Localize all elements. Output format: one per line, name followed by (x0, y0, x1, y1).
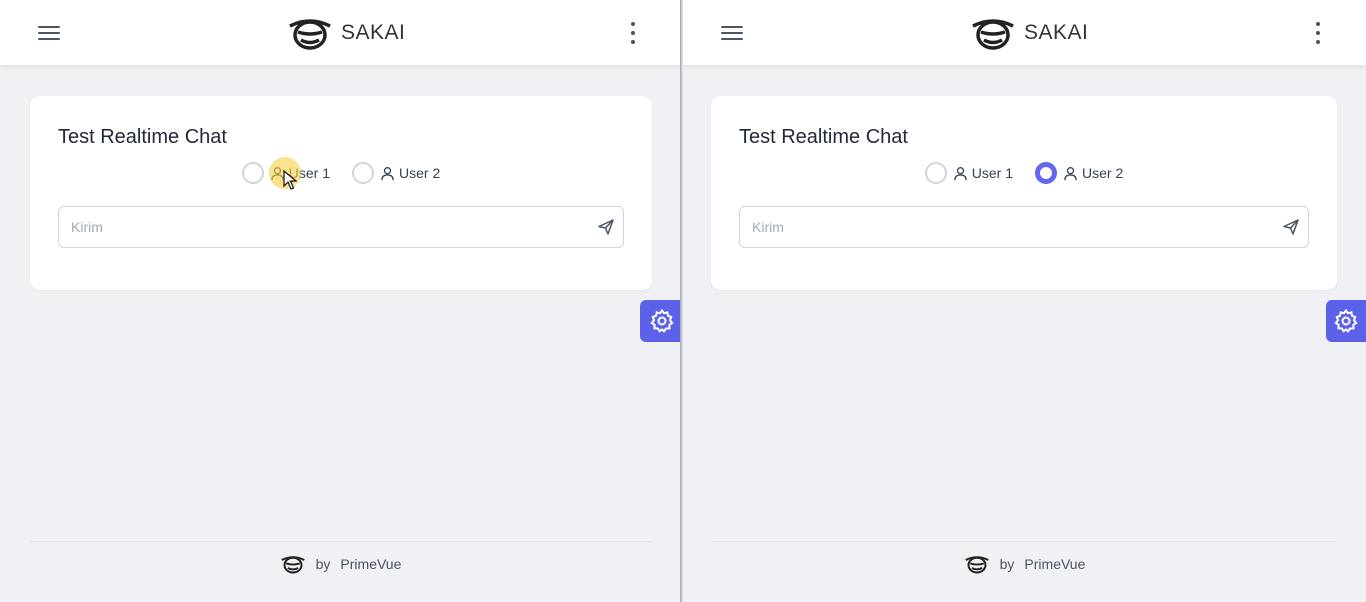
user-icon (381, 166, 394, 180)
left-browser-pane: SAKAI Test Realtime Chat User 1 User 2 K… (0, 0, 681, 602)
chat-card: Test Realtime Chat User 1 User 2 Kirim (30, 96, 652, 290)
radio-user-1[interactable] (241, 162, 264, 184)
card-title: Test Realtime Chat (739, 126, 908, 148)
app-title: SAKAI (1024, 21, 1089, 44)
radio-user-2[interactable] (352, 162, 374, 184)
primevue-logo-icon (964, 556, 989, 574)
footer-brand[interactable]: PrimeVue (340, 556, 401, 572)
config-button[interactable] (640, 300, 681, 342)
kebab-vertical-icon (1316, 22, 1320, 26)
menu-toggle-button[interactable] (38, 22, 62, 44)
radio-label-user-1: User 1 (971, 165, 1013, 181)
topbar: SAKAI (683, 0, 1366, 66)
gear-icon (650, 308, 674, 333)
app-brand[interactable]: SAKAI (970, 14, 1088, 52)
radio-user-2[interactable] (1035, 162, 1057, 184)
kebab-vertical-icon (631, 22, 635, 26)
footer-divider (711, 541, 1337, 542)
radio-label-user-2: User 2 (399, 165, 441, 181)
app-title: SAKAI (341, 21, 406, 44)
user-icon (953, 166, 967, 180)
footer-brand[interactable]: PrimeVue (1024, 556, 1085, 572)
user-icon (1064, 166, 1077, 180)
footer-by: by (315, 556, 331, 572)
right-browser-pane: SAKAI Test Realtime Chat User 1 User 2 K… (683, 0, 1366, 602)
sakai-logo-icon (972, 19, 1014, 50)
message-input-wrapper (739, 206, 1309, 248)
more-options-button[interactable] (1312, 22, 1324, 44)
user-radio-group: User 1 User 2 (711, 162, 1337, 184)
radio-option-user-2[interactable]: User 2 (1035, 162, 1123, 184)
user-radio-group: User 1 User 2 (30, 162, 652, 184)
sakai-logo-icon (289, 19, 331, 50)
message-input-wrapper (58, 206, 624, 248)
card-title: Test Realtime Chat (58, 126, 227, 148)
paper-plane-icon[interactable] (597, 218, 615, 236)
message-input[interactable] (740, 207, 1308, 247)
config-button[interactable] (1326, 300, 1366, 342)
more-options-button[interactable] (627, 22, 639, 44)
chat-card: Test Realtime Chat User 1 User 2 Kirim (711, 96, 1337, 290)
radio-option-user-2[interactable]: User 2 (352, 162, 440, 184)
hamburger-icon (38, 26, 60, 28)
mouse-pointer-icon (283, 170, 297, 190)
footer: by PrimeVue (0, 553, 681, 575)
primevue-logo-icon (280, 556, 305, 574)
footer-by: by (999, 556, 1015, 572)
topbar: SAKAI (0, 0, 681, 66)
paper-plane-icon[interactable] (1282, 218, 1300, 236)
radio-label-user-2: User 2 (1082, 165, 1124, 181)
app-brand[interactable]: SAKAI (287, 14, 405, 52)
message-input[interactable] (59, 207, 623, 247)
radio-option-user-1[interactable]: User 1 (924, 162, 1013, 184)
radio-user-1[interactable] (924, 162, 947, 184)
hamburger-icon (721, 26, 743, 28)
footer-divider (30, 541, 652, 542)
footer: by PrimeVue (683, 553, 1366, 575)
menu-toggle-button[interactable] (721, 22, 745, 44)
gear-icon (1334, 308, 1358, 333)
